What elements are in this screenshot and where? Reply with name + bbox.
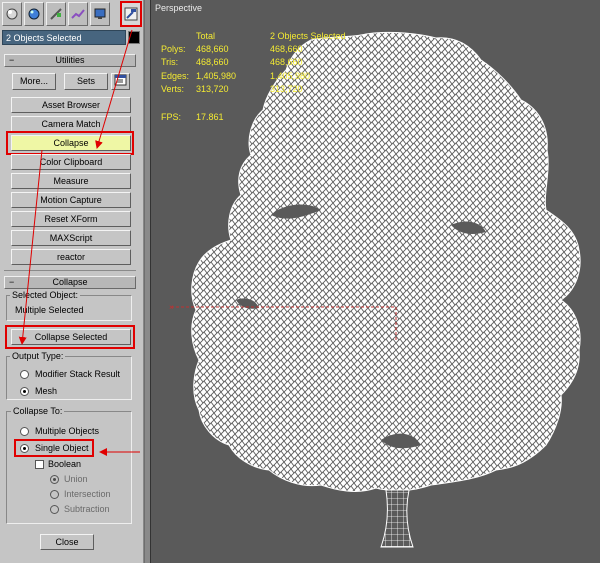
stats-edges-selected: 1,405,980 [270,71,311,81]
stats-verts-total: 313,720 [196,84,229,94]
more-button[interactable]: More... [12,73,56,90]
modify-icon[interactable] [24,2,44,26]
stats-header-selected: 2 Objects Selected [270,31,346,41]
boolean-checkbox[interactable] [35,460,44,469]
utilities-hammer-icon[interactable] [120,1,142,27]
selected-object-group: Selected Object: Multiple Selected [6,290,132,321]
perspective-viewport[interactable]: Perspective × Total 2 Objects Selected P… [150,0,600,563]
create-icon[interactable] [2,2,22,26]
stats-verts-selected: 313,720 [270,84,303,94]
stats-tris-selected: 468,660 [270,57,303,67]
stats-tris-label: Tris: [161,57,179,67]
utilities-rollout-title: Utilities [55,55,85,65]
collapse-selected-highlight [5,325,135,349]
reset-xform-button[interactable]: Reset XForm [11,211,131,227]
command-panel-tabs [2,1,142,28]
collapse-utility-highlight [6,131,134,155]
asset-browser-button[interactable]: Asset Browser [11,97,131,113]
collapse-to-title: Collapse To: [11,406,65,416]
intersection-label: Intersection [64,489,111,499]
object-color-swatch[interactable] [128,31,140,44]
subtraction-label: Subtraction [64,504,110,514]
collapse-rollout-minus-icon: − [9,277,15,287]
utilities-rollout-header[interactable]: − Utilities [4,54,136,67]
viewport-statistics: Total 2 Objects Selected Polys: 468,660 … [161,31,361,131]
hierarchy-icon[interactable] [46,2,66,26]
union-label: Union [64,474,88,484]
stats-polys-total: 468,660 [196,44,229,54]
mesh-radio[interactable] [20,387,29,396]
stats-fps-label: FPS: [161,112,182,122]
single-object-highlight [14,439,94,457]
multiple-objects-label: Multiple Objects [35,426,100,436]
color-clipboard-button[interactable]: Color Clipboard [11,154,131,170]
multiple-objects-radio[interactable] [20,427,29,436]
command-panel: 2 Objects Selected − Utilities More... S… [0,0,144,563]
collapse-rollout-title: Collapse [52,277,88,287]
motion-icon[interactable] [68,2,88,26]
stats-edges-label: Edges: [161,71,190,81]
stats-fps-value: 17.861 [196,112,224,122]
collapse-rollout-icon: − [9,55,15,65]
selection-name-field[interactable]: 2 Objects Selected [2,30,126,45]
close-button[interactable]: Close [40,534,94,550]
configure-sets-button[interactable] [111,73,130,90]
boolean-label: Boolean [48,459,82,469]
configure-sets-icon [114,74,127,86]
sets-button[interactable]: Sets [64,73,108,90]
subtraction-radio[interactable] [50,505,59,514]
union-radio[interactable] [50,475,59,484]
modifier-stack-result-label: Modifier Stack Result [35,369,121,379]
selected-object-value: Multiple Selected [15,305,84,315]
intersection-radio[interactable] [50,490,59,499]
stats-polys-selected: 468,660 [270,44,303,54]
rollout-divider [4,270,136,271]
tree-trunk [380,489,414,548]
stats-edges-total: 1,405,980 [196,71,237,81]
motion-capture-button[interactable]: Motion Capture [11,192,131,208]
stats-tris-total: 468,660 [196,57,229,67]
mesh-label: Mesh [35,386,58,396]
reactor-button[interactable]: reactor [11,249,131,265]
measure-button[interactable]: Measure [11,173,131,189]
display-icon[interactable] [90,2,110,26]
stats-polys-label: Polys: [161,44,186,54]
stats-verts-label: Verts: [161,84,185,94]
output-type-title: Output Type: [10,351,66,361]
selected-object-title: Selected Object: [10,290,81,300]
stats-header-total: Total [196,31,216,41]
modifier-stack-result-radio[interactable] [20,370,29,379]
maxscript-button[interactable]: MAXScript [11,230,131,246]
axis-x-glyph: × [169,303,174,312]
camera-match-button[interactable]: Camera Match [11,116,131,132]
collapse-rollout-header[interactable]: − Collapse [4,276,136,289]
